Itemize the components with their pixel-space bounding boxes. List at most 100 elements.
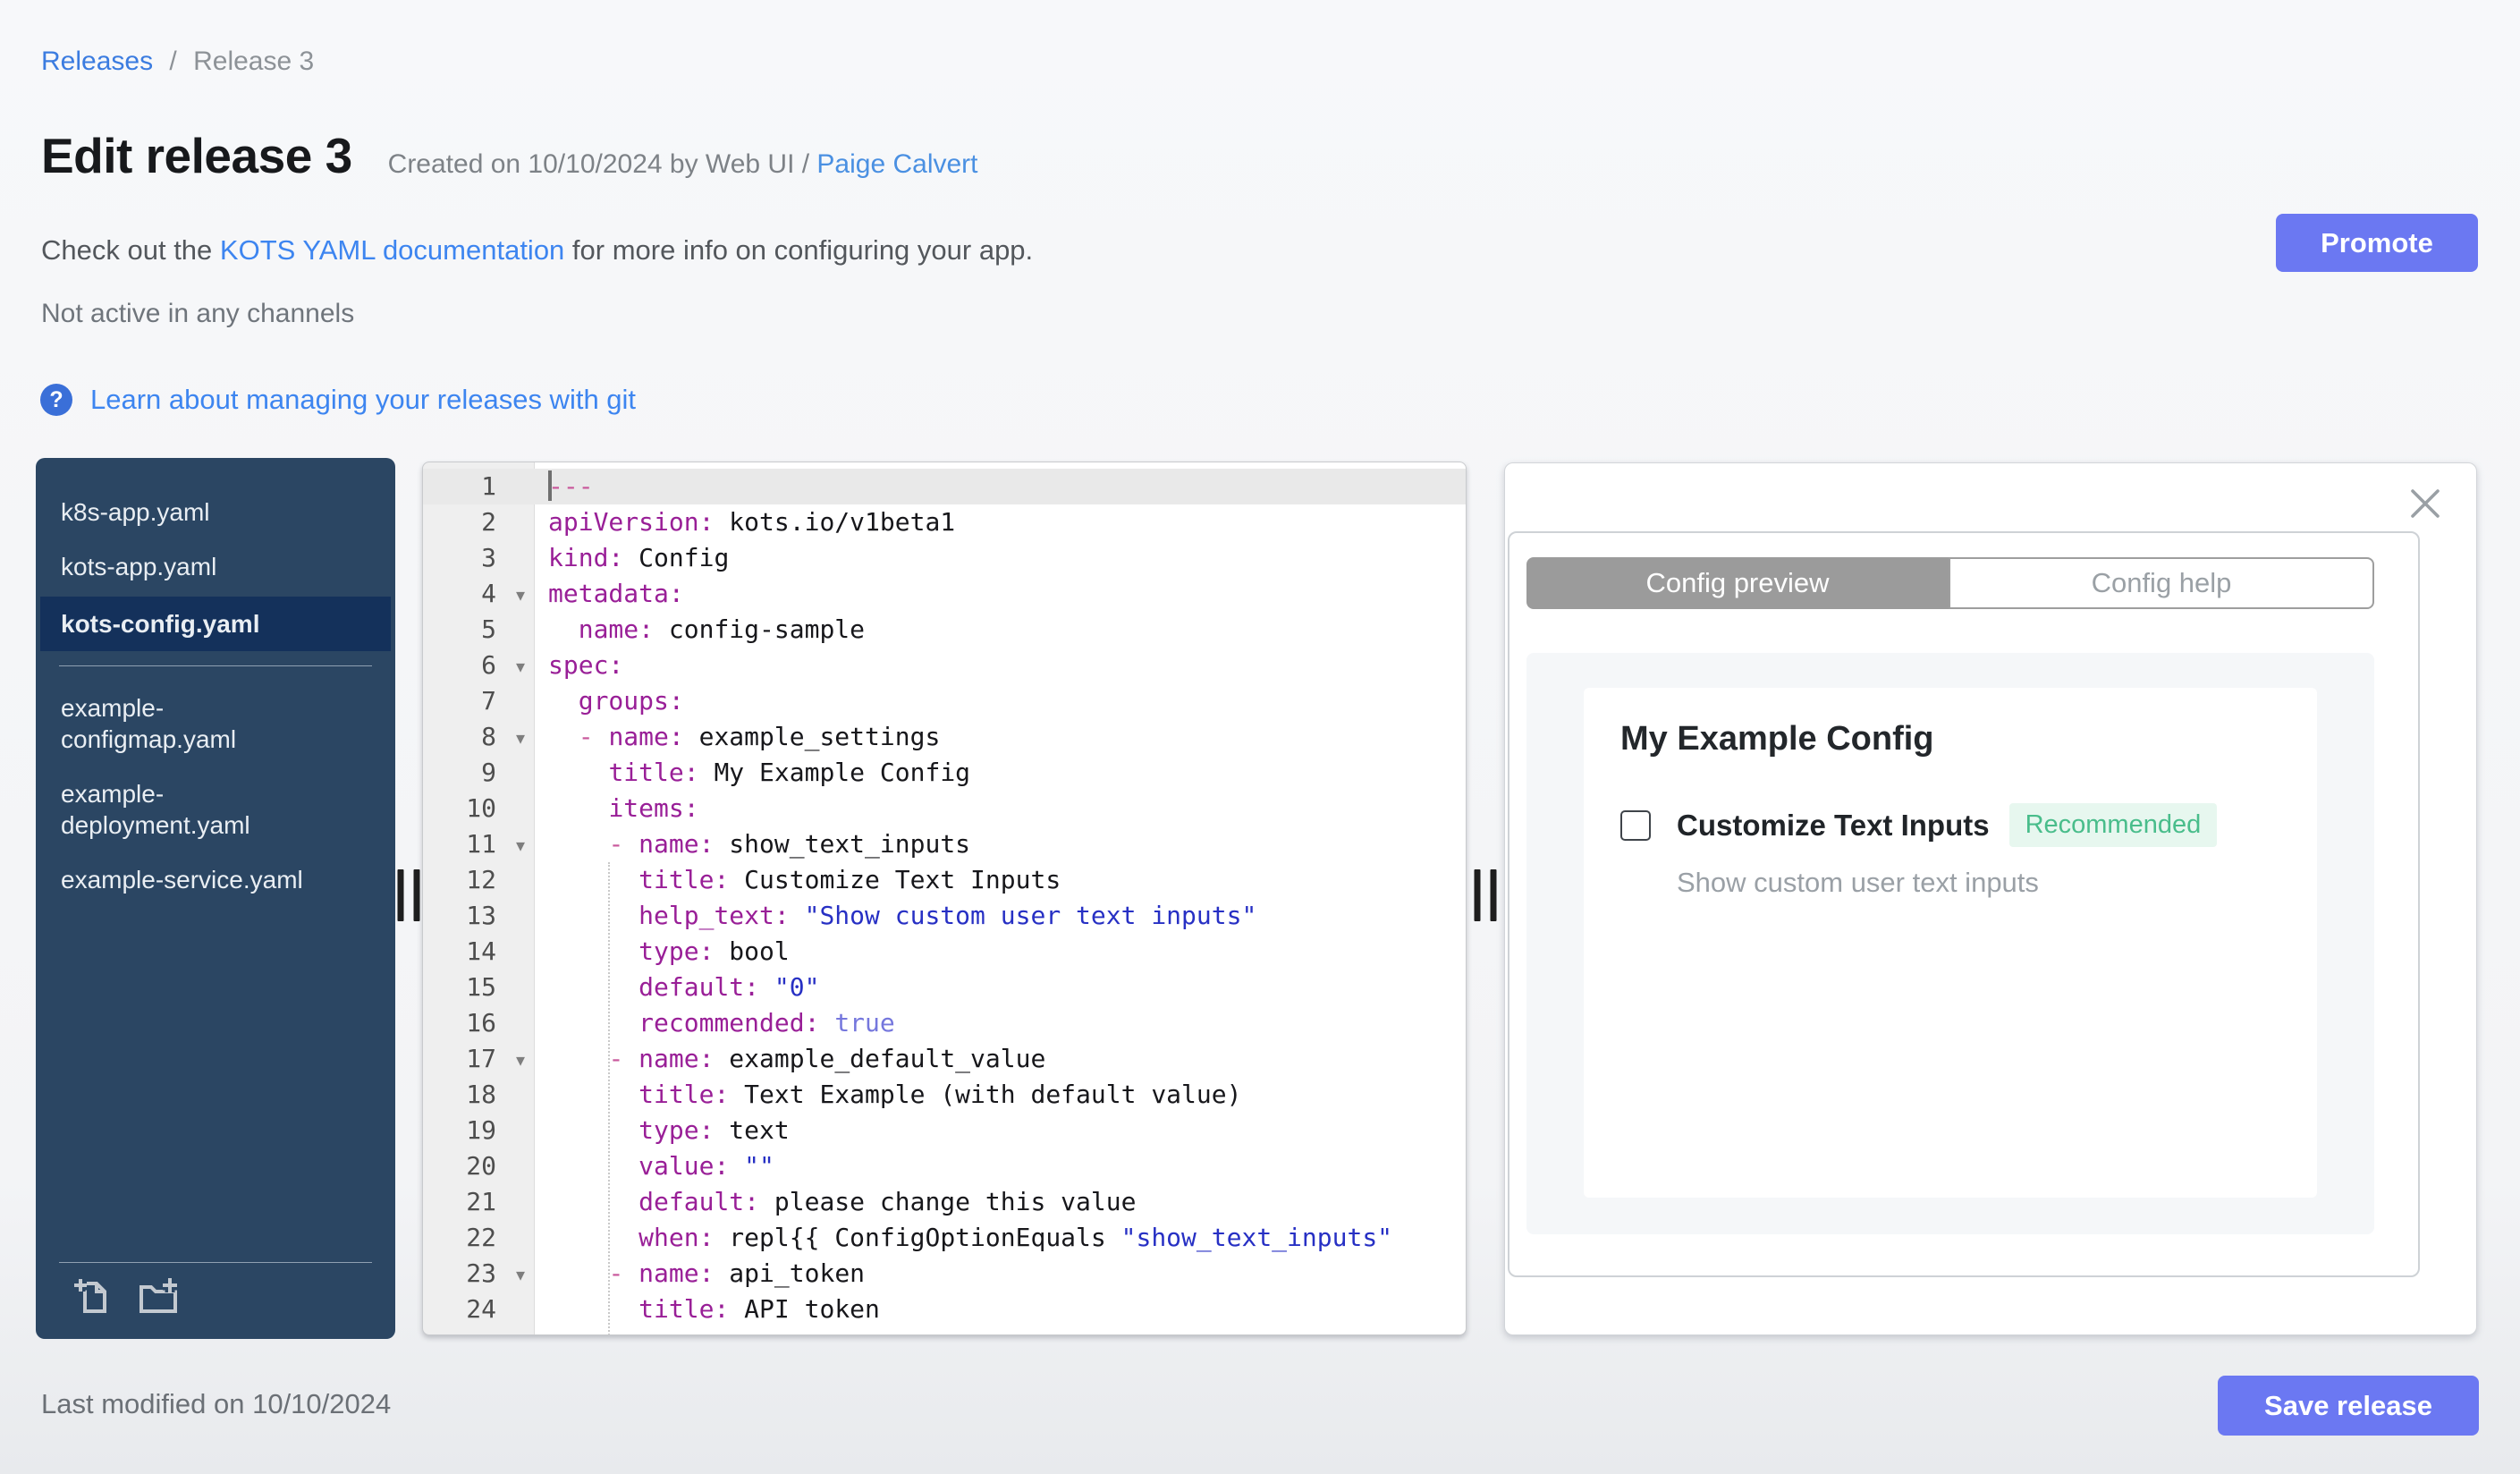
recommended-badge: Recommended — [2008, 803, 2218, 847]
config-item-label: Customize Text Inputs — [1677, 808, 1990, 842]
line-number: 1 — [481, 471, 496, 501]
config-preview-inner: Config preview Config help My Example Co… — [1508, 531, 2420, 1277]
code-line-23[interactable]: 23 ▾ - name: api_token — [423, 1256, 1466, 1292]
fold-arrow-icon[interactable]: ▾ — [516, 1042, 525, 1078]
code-line-content[interactable]: recommended: true — [534, 1005, 1466, 1041]
file-item-example-deployment-yaml[interactable]: example-deployment.yaml — [36, 767, 395, 852]
code-line-3[interactable]: 3 kind: Config — [423, 540, 1466, 576]
kots-yaml-docs-link[interactable]: KOTS YAML documentation — [220, 234, 564, 266]
file-tree: k8s-app.yaml kots-app.yaml kots-config.yam… — [36, 458, 395, 1339]
file-tree-footer — [36, 1262, 395, 1339]
code-line-content[interactable]: default: please change this value — [534, 1184, 1466, 1220]
code-line-16[interactable]: 16 recommended: true — [423, 1005, 1466, 1041]
channel-status: Not active in any channels — [41, 299, 355, 328]
fold-arrow-icon[interactable]: ▾ — [516, 720, 525, 756]
code-line-content[interactable]: - name: example_settings — [534, 719, 1466, 755]
code-line-content[interactable]: - name: example_default_value — [534, 1041, 1466, 1077]
fold-arrow-icon[interactable]: ▾ — [516, 648, 525, 684]
resize-handle-right[interactable] — [1474, 868, 1497, 921]
code-line-24[interactable]: 24 title: API token — [423, 1292, 1466, 1327]
line-number: 18 — [466, 1080, 496, 1109]
code-line-15[interactable]: 15 default: "0" — [423, 970, 1466, 1005]
line-number: 21 — [466, 1187, 496, 1216]
created-info: Created on 10/10/2024 by Web UI / Paige … — [388, 149, 978, 180]
line-number: 3 — [481, 543, 496, 572]
code-line-19[interactable]: 19 type: text — [423, 1113, 1466, 1148]
line-number: 13 — [466, 901, 496, 930]
code-line-content[interactable]: when: repl{{ ConfigOptionEquals "show_te… — [534, 1220, 1466, 1256]
save-release-button[interactable]: Save release — [2218, 1376, 2479, 1436]
code-line-content[interactable]: metadata: — [534, 576, 1466, 612]
code-line-content[interactable]: name: config-sample — [534, 612, 1466, 648]
tab-config-help[interactable]: Config help — [1949, 557, 2374, 609]
tab-config-preview[interactable]: Config preview — [1526, 557, 1949, 609]
git-releases-link[interactable]: Learn about managing your releases with … — [90, 384, 636, 416]
author-link[interactable]: Paige Calvert — [816, 149, 977, 179]
preview-tabs: Config preview Config help — [1526, 557, 2374, 609]
code-line-content[interactable]: title: API token — [534, 1292, 1466, 1327]
code-line-12[interactable]: 12 title: Customize Text Inputs — [423, 862, 1466, 898]
code-area[interactable]: 1 --- 2 apiVersion: kots.io/v1beta1 3 kind: C… — [423, 462, 1466, 1334]
file-item-example-configmap-yaml[interactable]: example-configmap.yaml — [36, 681, 395, 767]
code-line-20[interactable]: 20 value: "" — [423, 1148, 1466, 1184]
code-line-content[interactable]: value: "" — [534, 1148, 1466, 1184]
breadcrumb-releases-link[interactable]: Releases — [41, 47, 153, 76]
promote-button[interactable]: Promote — [2276, 214, 2478, 272]
code-line-content[interactable]: items: — [534, 791, 1466, 826]
code-line-content[interactable]: title: My Example Config — [534, 755, 1466, 791]
code-line-content[interactable]: title: Customize Text Inputs — [534, 862, 1466, 898]
fold-arrow-icon[interactable]: ▾ — [516, 1257, 525, 1292]
fold-arrow-icon[interactable]: ▾ — [516, 827, 525, 863]
code-line-content[interactable]: --- — [534, 469, 1466, 504]
code-line-content[interactable]: type: password — [534, 1327, 1466, 1334]
code-line-17[interactable]: 17 ▾ - name: example_default_value — [423, 1041, 1466, 1077]
new-folder-icon[interactable] — [136, 1275, 182, 1323]
code-line-7[interactable]: 7 groups: — [423, 683, 1466, 719]
file-item-kots-config-yaml[interactable]: kots-config.yaml — [40, 597, 391, 651]
code-line-content[interactable]: type: text — [534, 1113, 1466, 1148]
resize-handle-left[interactable] — [397, 868, 420, 921]
line-number: 23 ▾ — [423, 1256, 534, 1292]
code-line-9[interactable]: 9 title: My Example Config — [423, 755, 1466, 791]
code-line-18[interactable]: 18 title: Text Example (with default val… — [423, 1077, 1466, 1113]
code-line-13[interactable]: 13 help_text: "Show custom user text inp… — [423, 898, 1466, 934]
line-number: 6 ▾ — [423, 648, 534, 683]
code-line-6[interactable]: 6 ▾ spec: — [423, 648, 1466, 683]
fold-arrow-icon[interactable]: ▾ — [516, 577, 525, 613]
code-line-content[interactable]: groups: — [534, 683, 1466, 719]
code-line-content[interactable]: - name: show_text_inputs — [534, 826, 1466, 862]
code-line-22[interactable]: 22 when: repl{{ ConfigOptionEquals "show… — [423, 1220, 1466, 1256]
file-item-example-service-yaml[interactable]: example-service.yaml — [36, 852, 395, 907]
code-line-content[interactable]: apiVersion: kots.io/v1beta1 — [534, 504, 1466, 540]
close-icon[interactable] — [2408, 487, 2442, 521]
code-line-content[interactable]: kind: Config — [534, 540, 1466, 576]
code-line-5[interactable]: 5 name: config-sample — [423, 612, 1466, 648]
code-line-11[interactable]: 11 ▾ - name: show_text_inputs — [423, 826, 1466, 862]
code-line-2[interactable]: 2 apiVersion: kots.io/v1beta1 — [423, 504, 1466, 540]
customize-text-inputs-checkbox[interactable] — [1620, 809, 1651, 841]
line-number: 4 ▾ — [423, 576, 534, 612]
new-file-icon[interactable] — [72, 1275, 114, 1323]
question-mark-icon[interactable]: ? — [40, 384, 72, 416]
code-line-content[interactable]: help_text: "Show custom user text inputs… — [534, 898, 1466, 934]
line-number: 14 — [466, 936, 496, 966]
line-number: 7 — [481, 686, 496, 716]
code-line-8[interactable]: 8 ▾ - name: example_settings — [423, 719, 1466, 755]
git-help-row: ? Learn about managing your releases wit… — [40, 384, 636, 416]
code-line-content[interactable]: type: bool — [534, 934, 1466, 970]
code-line-25[interactable]: 25 type: password — [423, 1327, 1466, 1334]
code-line-14[interactable]: 14 type: bool — [423, 934, 1466, 970]
code-line-content[interactable]: title: Text Example (with default value) — [534, 1077, 1466, 1113]
code-line-content[interactable]: spec: — [534, 648, 1466, 683]
code-line-4[interactable]: 4 ▾ metadata: — [423, 576, 1466, 612]
file-list: k8s-app.yaml kots-app.yaml kots-config.yam… — [36, 485, 395, 907]
code-line-content[interactable]: - name: api_token — [534, 1256, 1466, 1292]
title-row: Edit release 3 Created on 10/10/2024 by … — [41, 127, 978, 184]
code-line-21[interactable]: 21 default: please change this value — [423, 1184, 1466, 1220]
code-line-1[interactable]: 1 --- — [423, 469, 1466, 504]
code-line-10[interactable]: 10 items: — [423, 791, 1466, 826]
file-item-k8s-app-yaml[interactable]: k8s-app.yaml — [36, 485, 395, 539]
code-line-content[interactable]: default: "0" — [534, 970, 1466, 1005]
yaml-editor[interactable]: 1 --- 2 apiVersion: kots.io/v1beta1 3 kind: C… — [422, 462, 1467, 1335]
file-item-kots-app-yaml[interactable]: kots-app.yaml — [36, 539, 395, 594]
